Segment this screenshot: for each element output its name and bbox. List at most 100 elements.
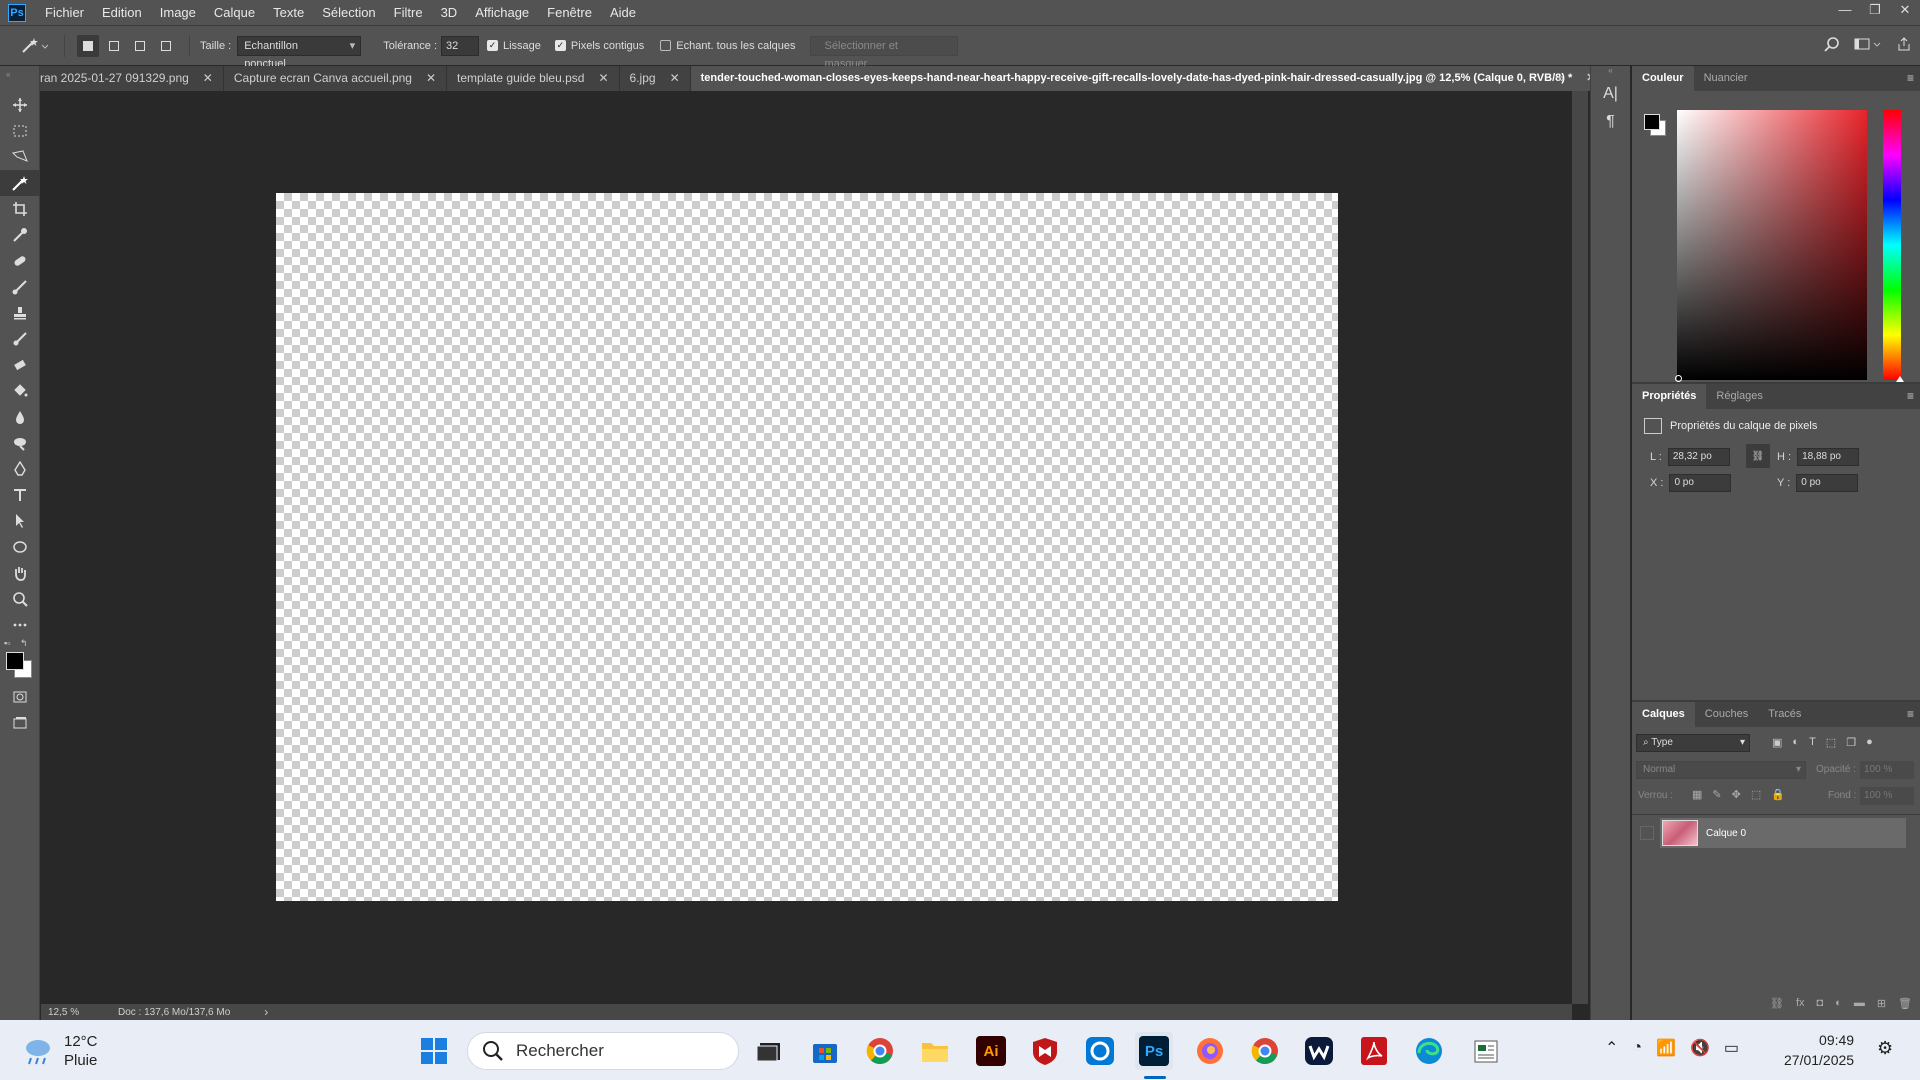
color-swatches[interactable]: ▪▫ ↰ — [0, 638, 39, 684]
tab-template-guide[interactable]: template guide bleu.psd ✕ — [447, 66, 620, 91]
tab-calques[interactable]: Calques — [1632, 702, 1695, 727]
layer-effects-icon[interactable]: fx — [1796, 997, 1805, 1010]
filter-toggle-icon[interactable]: ● — [1866, 736, 1873, 749]
sample-all-layers-checkbox[interactable]: Echant. tous les calques — [660, 40, 796, 52]
menu-edition[interactable]: Edition — [93, 0, 151, 25]
lock-position-icon[interactable]: ✥ — [1732, 788, 1741, 801]
antialias-checkbox[interactable]: ✓ Lissage — [487, 40, 541, 52]
weather-widget[interactable]: 12°C Pluie — [22, 1032, 98, 1070]
tab-traces[interactable]: Tracés — [1758, 702, 1811, 727]
menu-fichier[interactable]: Fichier — [36, 0, 93, 25]
menu-fenetre[interactable]: Fenêtre — [538, 0, 601, 25]
tab-proprietes[interactable]: Propriétés — [1632, 384, 1707, 409]
photoshop-taskbar-icon[interactable]: Ps — [1135, 1032, 1173, 1070]
eyedropper-tool-icon[interactable] — [0, 222, 40, 248]
tab-couleur[interactable]: Couleur — [1632, 66, 1694, 91]
share-icon[interactable] — [1896, 36, 1912, 55]
cortana-icon[interactable] — [1081, 1032, 1119, 1070]
panel-menu-icon[interactable]: ≡ — [1907, 66, 1914, 91]
more-tabs-icon[interactable]: » — [1557, 66, 1564, 91]
contiguous-checkbox[interactable]: ✓ Pixels contigus — [554, 40, 644, 52]
y-field[interactable]: 0 po — [1796, 474, 1859, 492]
default-colors-icon[interactable]: ▪▫ — [4, 638, 10, 648]
lock-all-icon[interactable]: 🔒 — [1771, 788, 1785, 801]
lock-pixels-icon[interactable]: ✎ — [1712, 788, 1721, 801]
marquee-tool-icon[interactable] — [0, 118, 40, 144]
new-layer-icon[interactable]: ⊞ — [1877, 997, 1886, 1010]
edge-icon[interactable] — [1410, 1032, 1448, 1070]
crop-tool-icon[interactable] — [0, 196, 40, 222]
dodge-tool-icon[interactable] — [0, 430, 40, 456]
healing-brush-tool-icon[interactable] — [0, 248, 40, 274]
acrobat-icon[interactable] — [1355, 1032, 1393, 1070]
close-tab-icon[interactable]: ✕ — [598, 66, 608, 91]
layer-filter-select[interactable]: ⌕ Type ▾ — [1636, 734, 1750, 752]
start-button[interactable] — [415, 1032, 453, 1070]
layer-row[interactable]: Calque 0 — [1632, 818, 1920, 848]
width-field[interactable]: 28,32 po — [1667, 448, 1730, 466]
expand-panels-icon[interactable]: « — [1591, 66, 1630, 80]
close-tab-icon[interactable]: ✕ — [670, 66, 680, 91]
tab-screenshot[interactable]: ran 2025-01-27 091329.png ✕ — [40, 66, 224, 91]
layer-name[interactable]: Calque 0 — [1706, 828, 1746, 839]
new-group-icon[interactable]: ▬ — [1854, 997, 1865, 1010]
news-app-icon[interactable] — [1467, 1032, 1505, 1070]
tolerance-input[interactable]: 32 — [441, 35, 479, 56]
delete-layer-icon[interactable]: 🗑 — [1898, 997, 1912, 1010]
menu-aide[interactable]: Aide — [601, 0, 645, 25]
ellipse-tool-icon[interactable] — [0, 534, 40, 560]
wifi-icon[interactable]: 📶 — [1656, 1038, 1676, 1058]
menu-3d[interactable]: 3D — [432, 0, 467, 25]
paragraph-panel-icon[interactable]: ¶ — [1591, 108, 1630, 136]
foreground-color-swatch[interactable] — [6, 652, 24, 670]
workspace-icon[interactable] — [1854, 37, 1882, 54]
color-field[interactable] — [1677, 110, 1867, 380]
character-panel-icon[interactable]: A| — [1591, 80, 1630, 108]
wattpad-icon[interactable] — [1300, 1032, 1338, 1070]
menu-affichage[interactable]: Affichage — [466, 0, 538, 25]
opacity-field[interactable]: 100 % — [1860, 761, 1914, 779]
menu-calque[interactable]: Calque — [205, 0, 264, 25]
tab-nuancier[interactable]: Nuancier — [1694, 66, 1758, 91]
firefox-icon[interactable] — [1191, 1032, 1229, 1070]
panel-menu-icon[interactable]: ≡ — [1907, 384, 1914, 409]
brush-tool-icon[interactable] — [0, 274, 40, 300]
status-arrow-icon[interactable]: › — [264, 1005, 268, 1019]
lock-transparency-icon[interactable]: ▦ — [1692, 788, 1702, 801]
document-canvas[interactable] — [276, 193, 1338, 901]
close-tab-icon[interactable]: ✕ — [203, 66, 213, 91]
type-tool-icon[interactable] — [0, 482, 40, 508]
add-selection-icon[interactable] — [103, 35, 125, 57]
menu-texte[interactable]: Texte — [264, 0, 313, 25]
volume-muted-icon[interactable]: 🔇 — [1690, 1038, 1710, 1058]
new-selection-icon[interactable] — [77, 34, 99, 57]
subtract-selection-icon[interactable] — [129, 35, 151, 57]
taskbar-search[interactable]: Rechercher — [467, 1032, 739, 1070]
blur-tool-icon[interactable] — [0, 404, 40, 430]
minimize-button[interactable]: — — [1830, 0, 1860, 20]
quick-mask-icon[interactable] — [0, 684, 40, 710]
clock[interactable]: 09:49 27/01/2025 — [1784, 1030, 1854, 1070]
foreground-color-swatch[interactable] — [1644, 114, 1660, 130]
battery-icon[interactable]: ▭ — [1724, 1038, 1739, 1058]
chrome-profile-icon[interactable] — [1246, 1032, 1284, 1070]
intersect-selection-icon[interactable] — [155, 35, 177, 57]
filter-shape-icon[interactable]: ⬚ — [1826, 736, 1836, 749]
color-picker-handle[interactable] — [1675, 375, 1682, 382]
fill-field[interactable]: 100 % — [1860, 787, 1914, 805]
path-selection-tool-icon[interactable] — [0, 508, 40, 534]
add-mask-icon[interactable]: ◘ — [1817, 997, 1824, 1010]
close-tab-icon[interactable]: ✕ — [426, 66, 436, 91]
link-icon[interactable]: ⛓ — [1746, 444, 1770, 468]
height-field[interactable]: 18,88 po — [1797, 448, 1860, 466]
size-select[interactable]: Echantillon ponctuel — [237, 35, 362, 70]
history-brush-tool-icon[interactable] — [0, 326, 40, 352]
chevron-up-icon[interactable]: ⌃ — [1605, 1038, 1618, 1058]
swap-colors-icon[interactable]: ↰ — [20, 638, 28, 649]
filter-adjustment-icon[interactable]: ◐ — [1792, 736, 1799, 749]
vertical-scrollbar[interactable] — [1572, 91, 1588, 1004]
file-explorer-icon[interactable] — [916, 1032, 954, 1070]
filter-smart-object-icon[interactable]: ❐ — [1846, 736, 1856, 749]
illustrator-icon[interactable]: Ai — [972, 1032, 1010, 1070]
hue-slider[interactable] — [1883, 110, 1901, 380]
